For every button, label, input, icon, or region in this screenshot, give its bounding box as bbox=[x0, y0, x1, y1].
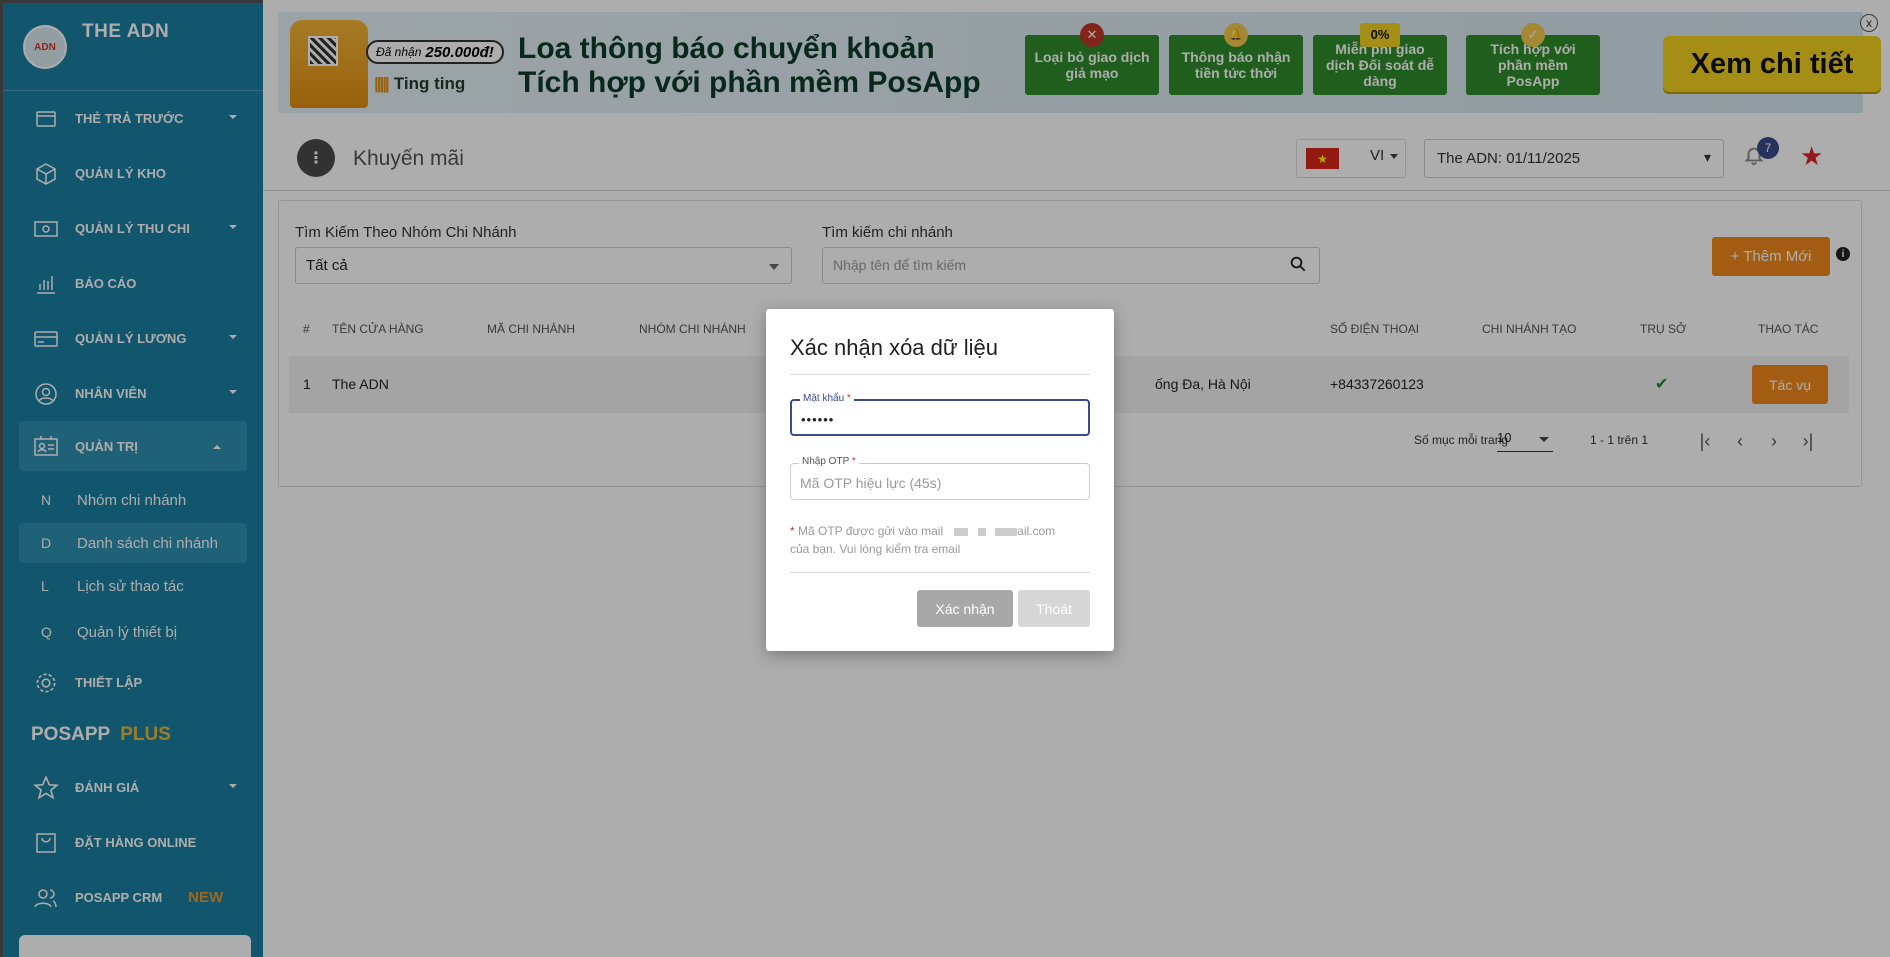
exit-button[interactable]: Thoát bbox=[1018, 590, 1090, 627]
required-mark: * bbox=[846, 393, 851, 404]
otp-label-text: Nhập OTP bbox=[802, 456, 850, 467]
masked-email bbox=[995, 527, 1018, 536]
required-mark: * bbox=[790, 524, 795, 538]
dialog-title: Xác nhận xóa dữ liệu bbox=[790, 335, 998, 360]
password-label-text: Mật khẩu bbox=[803, 393, 845, 404]
otp-note-prefix: Mã OTP được gửi vào mail bbox=[798, 524, 944, 538]
dialog-divider bbox=[790, 572, 1090, 573]
password-field[interactable]: Mật khẩu * •••••• bbox=[790, 393, 1090, 436]
otp-note: * Mã OTP được gửi vào mail ail.com của b… bbox=[790, 522, 1090, 558]
modal-overlay[interactable]: Xác nhận xóa dữ liệu Mật khẩu * •••••• N… bbox=[0, 0, 1890, 957]
otp-placeholder: Mã OTP hiệu lực (45s) bbox=[800, 475, 942, 491]
otp-field[interactable]: Nhập OTP * Mã OTP hiệu lực (45s) bbox=[790, 456, 1090, 500]
dialog-divider bbox=[790, 374, 1090, 375]
otp-note-domain: ail.com bbox=[1017, 524, 1056, 538]
password-value: •••••• bbox=[801, 412, 835, 427]
required-mark: * bbox=[851, 456, 856, 467]
otp-note-suffix: của bạn. Vui lòng kiểm tra email bbox=[790, 542, 961, 556]
otp-label: Nhập OTP * bbox=[799, 456, 859, 467]
password-label: Mật khẩu * bbox=[800, 393, 854, 404]
confirm-delete-dialog: Xác nhận xóa dữ liệu Mật khẩu * •••••• N… bbox=[766, 309, 1114, 651]
masked-email bbox=[977, 527, 986, 536]
confirm-button[interactable]: Xác nhận bbox=[917, 590, 1013, 627]
masked-email bbox=[954, 527, 969, 536]
